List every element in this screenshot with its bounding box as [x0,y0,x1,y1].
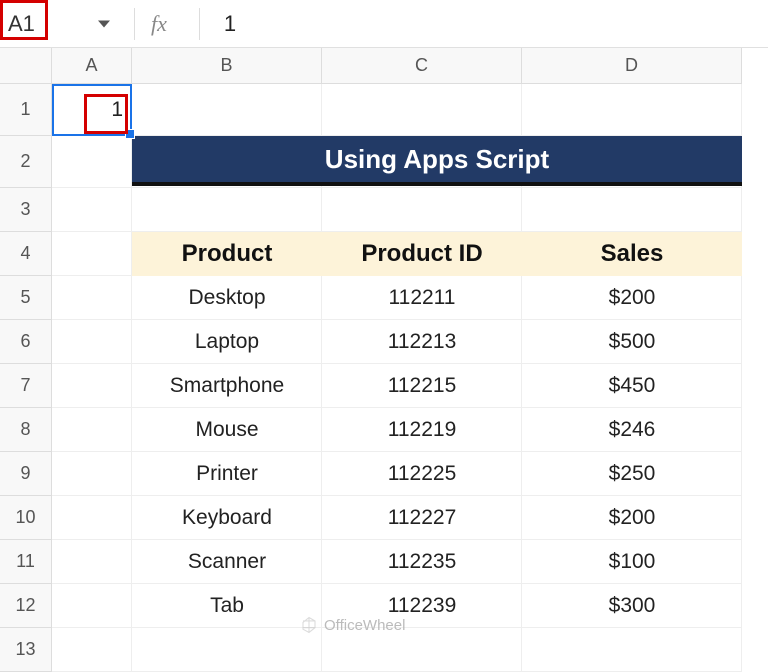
data-product-3[interactable]: Mouse [132,408,322,452]
formula-bar: A1 fx [0,0,768,48]
divider [134,8,135,40]
watermark: OfficeWheel [300,616,405,634]
row-1: 1 1 [0,84,768,136]
row-header-5[interactable]: 5 [0,276,52,320]
row-header-4[interactable]: 4 [0,232,52,276]
title-text: Using Apps Script [325,144,549,175]
name-box[interactable]: A1 [0,0,118,47]
select-all-corner[interactable] [0,48,52,84]
data-product-6[interactable]: Scanner [132,540,322,584]
data-product-id-5[interactable]: 112227 [322,496,522,540]
row-header-7[interactable]: 7 [0,364,52,408]
divider [199,8,200,40]
cell-a4[interactable] [52,232,132,276]
header-product-text: Product [182,240,273,268]
cell-a9[interactable] [52,452,132,496]
data-product-id-0[interactable]: 112211 [322,276,522,320]
cell-a6[interactable] [52,320,132,364]
cell-a11[interactable] [52,540,132,584]
cell-a3[interactable] [52,188,132,232]
row-header-8[interactable]: 8 [0,408,52,452]
data-product-id-2[interactable]: 112215 [322,364,522,408]
cell-a2[interactable] [52,136,132,188]
title-cell[interactable]: Using Apps Script [132,136,742,186]
cell-b3[interactable] [132,188,322,232]
row-header-2[interactable]: 2 [0,136,52,188]
cell-d13[interactable] [522,628,742,672]
data-sales-0[interactable]: $200 [522,276,742,320]
cell-a10[interactable] [52,496,132,540]
data-sales-4[interactable]: $250 [522,452,742,496]
cell-a7[interactable] [52,364,132,408]
data-sales-3[interactable]: $246 [522,408,742,452]
watermark-text: OfficeWheel [324,617,405,634]
data-product-id-6[interactable]: 112235 [322,540,522,584]
data-sales-6[interactable]: $100 [522,540,742,584]
row-header-10[interactable]: 10 [0,496,52,540]
row-header-9[interactable]: 9 [0,452,52,496]
header-product-id[interactable]: Product ID [322,232,522,276]
data-product-0[interactable]: Desktop [132,276,322,320]
row-header-1[interactable]: 1 [0,84,52,136]
cell-a5[interactable] [52,276,132,320]
row-3: 3 [0,188,768,232]
cell-d1[interactable] [522,84,742,136]
cell-a1-value: 1 [111,98,123,122]
cell-b1[interactable] [132,84,322,136]
hexagon-icon [300,616,318,634]
column-header-c[interactable]: C [322,48,522,84]
cell-c13[interactable] [322,628,522,672]
row-13: 13 [0,628,768,672]
cell-a12[interactable] [52,584,132,628]
cell-b13[interactable] [132,628,322,672]
data-product-id-4[interactable]: 112225 [322,452,522,496]
data-product-4[interactable]: Printer [132,452,322,496]
cell-a13[interactable] [52,628,132,672]
data-product-7[interactable]: Tab [132,584,322,628]
name-box-value: A1 [8,11,35,37]
data-sales-1[interactable]: $500 [522,320,742,364]
column-header-d[interactable]: D [522,48,742,84]
data-sales-7[interactable]: $300 [522,584,742,628]
data-product-1[interactable]: Laptop [132,320,322,364]
cell-a8[interactable] [52,408,132,452]
row-header-3[interactable]: 3 [0,188,52,232]
row-header-13[interactable]: 13 [0,628,52,672]
data-product-2[interactable]: Smartphone [132,364,322,408]
header-product[interactable]: Product [132,232,322,276]
cell-a1[interactable]: 1 [52,84,132,136]
formula-input[interactable] [216,10,768,38]
fx-label: fx [151,11,167,37]
data-product-id-1[interactable]: 112213 [322,320,522,364]
data-sales-2[interactable]: $450 [522,364,742,408]
name-box-dropdown-icon[interactable] [98,20,110,27]
row-header-12[interactable]: 12 [0,584,52,628]
header-sales[interactable]: Sales [522,232,742,276]
data-product-id-3[interactable]: 112219 [322,408,522,452]
cell-c3[interactable] [322,188,522,232]
cell-c1[interactable] [322,84,522,136]
column-header-b[interactable]: B [132,48,322,84]
header-product-id-text: Product ID [361,240,482,268]
row-header-11[interactable]: 11 [0,540,52,584]
row-header-6[interactable]: 6 [0,320,52,364]
data-sales-5[interactable]: $200 [522,496,742,540]
cell-d3[interactable] [522,188,742,232]
data-product-5[interactable]: Keyboard [132,496,322,540]
column-header-a[interactable]: A [52,48,132,84]
header-sales-text: Sales [601,240,664,268]
column-headers: A B C D [0,48,768,84]
